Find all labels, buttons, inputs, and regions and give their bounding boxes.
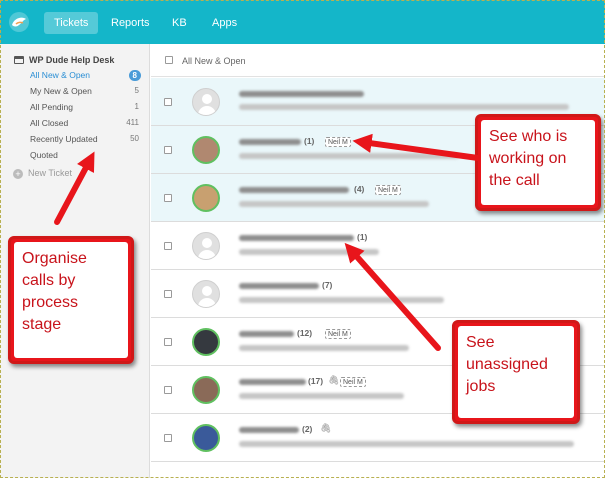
assigned-agent-tag: Neil M [375, 185, 401, 195]
avatar [192, 376, 220, 404]
sidebar-item-label: All Closed [30, 118, 69, 128]
sidebar-item-label: All Pending [30, 102, 74, 112]
new-ticket-button[interactable]: + New Ticket [13, 168, 72, 179]
callout-unassigned-jobs: See unassigned jobs [452, 320, 580, 424]
sidebar-item-my-new-open[interactable]: My New & Open 5 [30, 84, 145, 98]
row-checkbox[interactable] [164, 434, 172, 442]
ticket-message-count: (17) [308, 376, 324, 386]
customer-name-redacted [239, 91, 364, 97]
row-checkbox[interactable] [164, 290, 172, 298]
assigned-agent-tag: Neil M [340, 377, 366, 387]
sidebar-item-count: 1 [134, 102, 139, 111]
helpdesk-heading: WP Dude Help Desk [14, 55, 114, 65]
callout-process-stage: Organise calls by process stage [8, 236, 134, 364]
list-header: All New & Open [151, 44, 605, 77]
list-header-label: All New & Open [182, 56, 246, 66]
attachment-icon: 🖇︎ [320, 423, 332, 433]
customer-name-redacted [239, 427, 299, 433]
customer-name-redacted [239, 139, 301, 145]
tab-apps[interactable]: Apps [202, 12, 247, 34]
sidebar-item-all-closed[interactable]: All Closed 411 [30, 116, 145, 130]
callout-text: See who is working on the call [481, 120, 595, 205]
ticket-row[interactable]: (1) [151, 222, 605, 270]
ticket-message-count: (1) [304, 136, 315, 146]
ticket-message-count: (12) [297, 328, 313, 338]
ticket-message-count: (2) [302, 424, 313, 434]
ticket-message-count: (7) [322, 280, 333, 290]
ticket-preview-redacted [239, 297, 444, 303]
assigned-agent-tag: Neil M [325, 329, 351, 339]
customer-name-redacted [239, 235, 354, 241]
ticket-preview-redacted [239, 249, 379, 255]
ticket-preview-redacted [239, 153, 459, 159]
tab-tickets[interactable]: Tickets [44, 12, 99, 34]
row-checkbox[interactable] [164, 194, 172, 202]
customer-name-redacted [239, 187, 349, 193]
sidebar-item-count-badge: 8 [128, 70, 141, 81]
avatar [192, 184, 220, 212]
sidebar-item-count: 50 [130, 134, 139, 143]
avatar [192, 88, 220, 116]
select-all-checkbox[interactable] [165, 56, 173, 64]
ticket-preview-redacted [239, 104, 569, 110]
sidebar-item-label: Quoted [30, 150, 58, 160]
callout-who-is-working: See who is working on the call [475, 114, 601, 211]
new-ticket-label: New Ticket [28, 168, 73, 178]
sidebar-item-label: Recently Updated [30, 134, 98, 144]
sidebar-item-all-new-open[interactable]: All New & Open 8 [30, 68, 145, 82]
top-navigation-bar: Tickets Reports KB Apps [0, 0, 605, 44]
ticket-preview-redacted [239, 441, 574, 447]
callout-text: See unassigned jobs [458, 326, 574, 418]
row-checkbox[interactable] [164, 98, 172, 106]
plus-icon: + [13, 169, 23, 179]
callout-text: Organise calls by process stage [14, 242, 128, 358]
row-checkbox[interactable] [164, 386, 172, 394]
row-checkbox[interactable] [164, 146, 172, 154]
tab-kb[interactable]: KB [162, 12, 197, 34]
customer-name-redacted [239, 379, 306, 385]
row-checkbox[interactable] [164, 242, 172, 250]
ticket-preview-redacted [239, 345, 409, 351]
avatar [192, 136, 220, 164]
helpdesk-name: WP Dude Help Desk [29, 55, 115, 65]
sidebar-item-count: 411 [126, 118, 139, 127]
avatar [192, 424, 220, 452]
sidebar-item-label: All New & Open [30, 70, 90, 80]
ticket-message-count: (4) [354, 184, 365, 194]
avatar [192, 280, 220, 308]
ticket-preview-redacted [239, 201, 429, 207]
customer-name-redacted [239, 331, 294, 337]
sidebar-item-count: 5 [134, 86, 139, 95]
row-checkbox[interactable] [164, 338, 172, 346]
avatar [192, 232, 220, 260]
ticket-message-count: (1) [357, 232, 368, 242]
sidebar-item-label: My New & Open [30, 86, 92, 96]
attachment-icon: 🖇︎ [328, 375, 340, 385]
ticket-preview-redacted [239, 393, 404, 399]
app-logo-icon[interactable] [8, 11, 30, 33]
sidebar-item-recently-updated[interactable]: Recently Updated 50 [30, 132, 145, 146]
customer-name-redacted [239, 283, 319, 289]
tab-reports[interactable]: Reports [101, 12, 160, 34]
sidebar-item-all-pending[interactable]: All Pending 1 [30, 100, 145, 114]
sidebar-item-quoted[interactable]: Quoted [30, 148, 145, 162]
ticket-row[interactable]: (7) [151, 270, 605, 318]
avatar [192, 328, 220, 356]
assigned-agent-tag: Neil M [325, 137, 351, 147]
inbox-icon [14, 56, 24, 64]
